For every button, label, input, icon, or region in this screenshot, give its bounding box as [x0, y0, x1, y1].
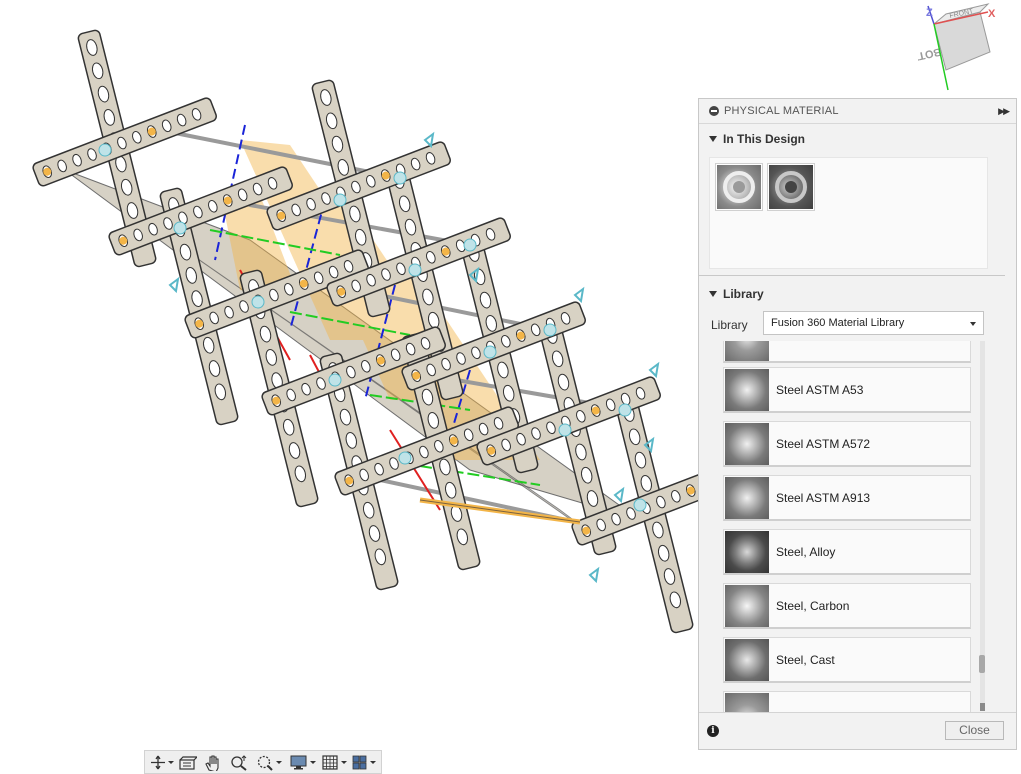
library-select[interactable]: Fusion 360 Material Library	[763, 311, 984, 335]
in-this-design-section[interactable]: In This Design	[699, 128, 1016, 150]
panel-title: PHYSICAL MATERIAL	[724, 105, 839, 117]
library-label: Library	[711, 318, 748, 332]
material-sphere-icon	[725, 531, 769, 573]
material-name: Steel, Cast	[776, 653, 835, 667]
in-this-design-heading: In This Design	[723, 132, 806, 146]
library-section[interactable]: Library	[699, 283, 764, 305]
library-heading: Library	[723, 287, 764, 301]
section-collapse-icon[interactable]	[709, 136, 717, 142]
material-thumbnail[interactable]	[768, 164, 814, 210]
scrollbar-thumb[interactable]	[979, 655, 985, 673]
panel-footer: i Close	[699, 712, 1016, 749]
grid-icon[interactable]	[321, 754, 349, 771]
material-sphere-icon	[725, 639, 769, 681]
navigation-toolbar	[144, 750, 382, 774]
material-sphere-icon	[725, 585, 769, 627]
list-item[interactable]: Steel ASTM A572	[723, 421, 971, 467]
list-item[interactable]: Steel, Cast	[723, 637, 971, 683]
material-name: Steel ASTM A913	[776, 491, 871, 505]
material-sphere-icon	[725, 693, 769, 713]
display-settings-icon[interactable]	[289, 754, 317, 771]
info-icon[interactable]: i	[707, 725, 719, 737]
pan-icon[interactable]	[203, 754, 223, 771]
material-sphere-icon	[725, 369, 769, 411]
list-item[interactable]	[723, 691, 971, 713]
expand-panel-icon[interactable]: ▶▶	[998, 106, 1010, 117]
material-name: Steel, Carbon	[776, 599, 850, 613]
material-thumbnail[interactable]	[716, 164, 762, 210]
list-item[interactable]: Steel, Carbon	[723, 583, 971, 629]
fit-icon[interactable]	[255, 754, 283, 771]
axis-x-label: X	[988, 8, 996, 20]
material-name: Steel, Alloy	[776, 545, 836, 559]
design-materials-box	[709, 157, 988, 269]
library-selected-value: Fusion 360 Material Library	[771, 317, 905, 329]
viewports-icon[interactable]	[351, 754, 379, 771]
material-name: Steel ASTM A53	[776, 383, 864, 397]
zoom-icon[interactable]	[229, 754, 249, 771]
lattice-model[interactable]	[0, 0, 700, 774]
material-sphere-icon	[725, 477, 769, 519]
material-sphere-icon	[723, 171, 755, 203]
close-button[interactable]: Close	[945, 721, 1004, 740]
material-sphere-icon	[725, 423, 769, 465]
physical-material-panel: PHYSICAL MATERIAL ▶▶ In This Design Libr…	[698, 98, 1017, 750]
material-list[interactable]: Steel ASTM A53 Steel ASTM A572 Steel AST…	[723, 341, 973, 713]
list-item[interactable]: Steel, Alloy	[723, 529, 971, 575]
material-name: Steel ASTM A572	[776, 437, 871, 451]
axis-z-label: Z	[926, 7, 933, 19]
material-sphere-icon	[725, 341, 769, 361]
material-sphere-icon	[775, 171, 807, 203]
orbit-icon[interactable]	[149, 754, 175, 771]
3d-viewport[interactable]	[0, 0, 700, 774]
collapse-panel-icon[interactable]	[709, 106, 719, 116]
section-divider	[699, 275, 1005, 276]
list-item[interactable]: Steel ASTM A53	[723, 367, 971, 413]
scrollbar-end	[980, 703, 985, 711]
section-collapse-icon[interactable]	[709, 291, 717, 297]
chevron-down-icon[interactable]	[970, 322, 976, 326]
viewcube[interactable]: FRONT BOTTOM Z X	[893, 2, 1018, 94]
look-at-icon[interactable]	[177, 754, 197, 771]
list-item[interactable]: Steel ASTM A913	[723, 475, 971, 521]
panel-header: PHYSICAL MATERIAL ▶▶	[699, 99, 1016, 124]
list-item[interactable]	[723, 341, 971, 363]
